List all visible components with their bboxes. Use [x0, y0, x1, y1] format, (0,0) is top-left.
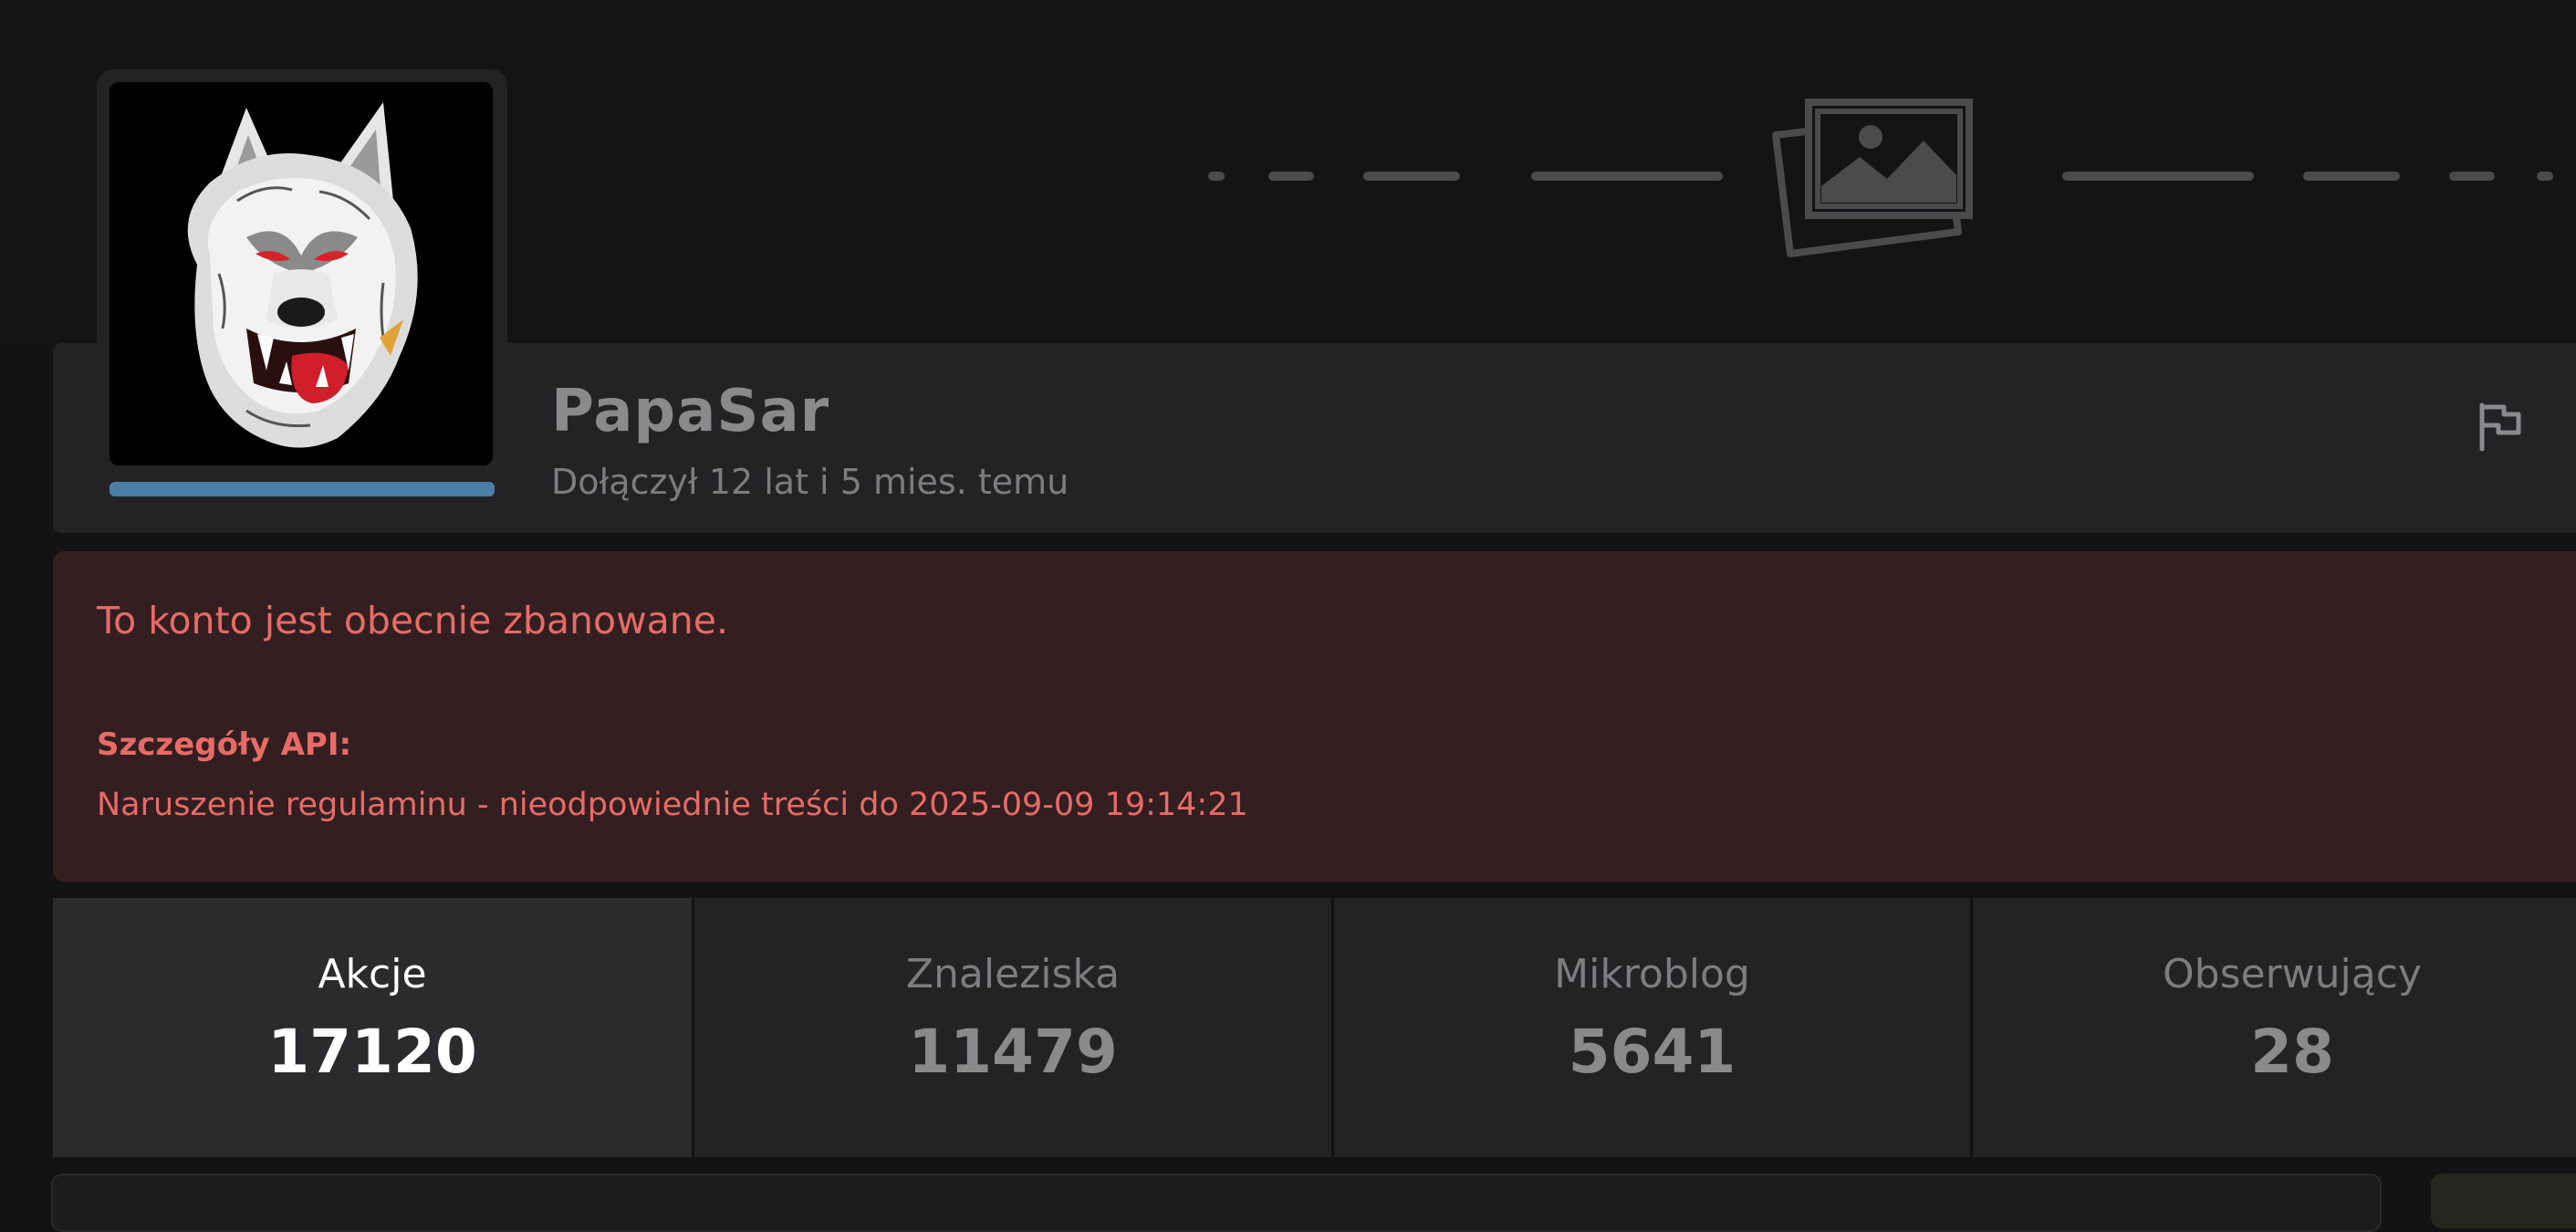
stat-value: 11479 [908, 1017, 1118, 1087]
stat-label: Akcje [318, 951, 427, 997]
ban-reason: Naruszenie regulaminu - nieodpowiednie t… [97, 787, 1248, 823]
ban-title: To konto jest obecnie zbanowane. [97, 599, 728, 642]
tab-mikroblog[interactable]: Mikroblog 5641 [1334, 898, 1970, 1157]
cover-dash [2303, 172, 2400, 181]
content-card [51, 1174, 2382, 1232]
cover-dash [1531, 172, 1723, 181]
image-placeholder-icon [1772, 99, 1973, 257]
stat-value: 28 [2250, 1017, 2334, 1087]
cover-dash [2449, 172, 2495, 181]
avatar-frame[interactable] [97, 69, 507, 471]
cover-dash [1363, 172, 1460, 181]
avatar-wolf-illustration [110, 82, 493, 465]
stat-value: 5641 [1568, 1017, 1736, 1087]
stat-label: Mikroblog [1554, 951, 1750, 997]
cover-dash [1208, 172, 1225, 181]
cover-dash [1268, 172, 1314, 181]
ban-api-label: Szczegóły API: [97, 726, 352, 763]
username: PapaSar [551, 378, 830, 445]
flag-icon[interactable] [2477, 402, 2524, 453]
tab-znaleziska[interactable]: Znaleziska 11479 [694, 898, 1331, 1157]
tab-obserwujacy[interactable]: Obserwujący 28 [1973, 898, 2576, 1157]
ban-notice: To konto jest obecnie zbanowane. Szczegó… [53, 551, 2576, 882]
joined-date: Dołączył 12 lat i 5 mies. temu [551, 462, 1069, 502]
stat-value: 17120 [267, 1017, 477, 1087]
avatar [110, 82, 493, 465]
cover-dash [2537, 172, 2553, 181]
stat-label: Znaleziska [905, 951, 1121, 997]
avatar-status-bar [110, 482, 495, 496]
cover-dash [2062, 172, 2254, 181]
stats-tabs: Akcje 17120 Znaleziska 11479 Mikroblog 5… [53, 898, 2576, 1157]
tab-akcje[interactable]: Akcje 17120 [53, 898, 692, 1157]
stat-label: Obserwujący [2163, 951, 2422, 997]
side-card [2431, 1174, 2576, 1228]
